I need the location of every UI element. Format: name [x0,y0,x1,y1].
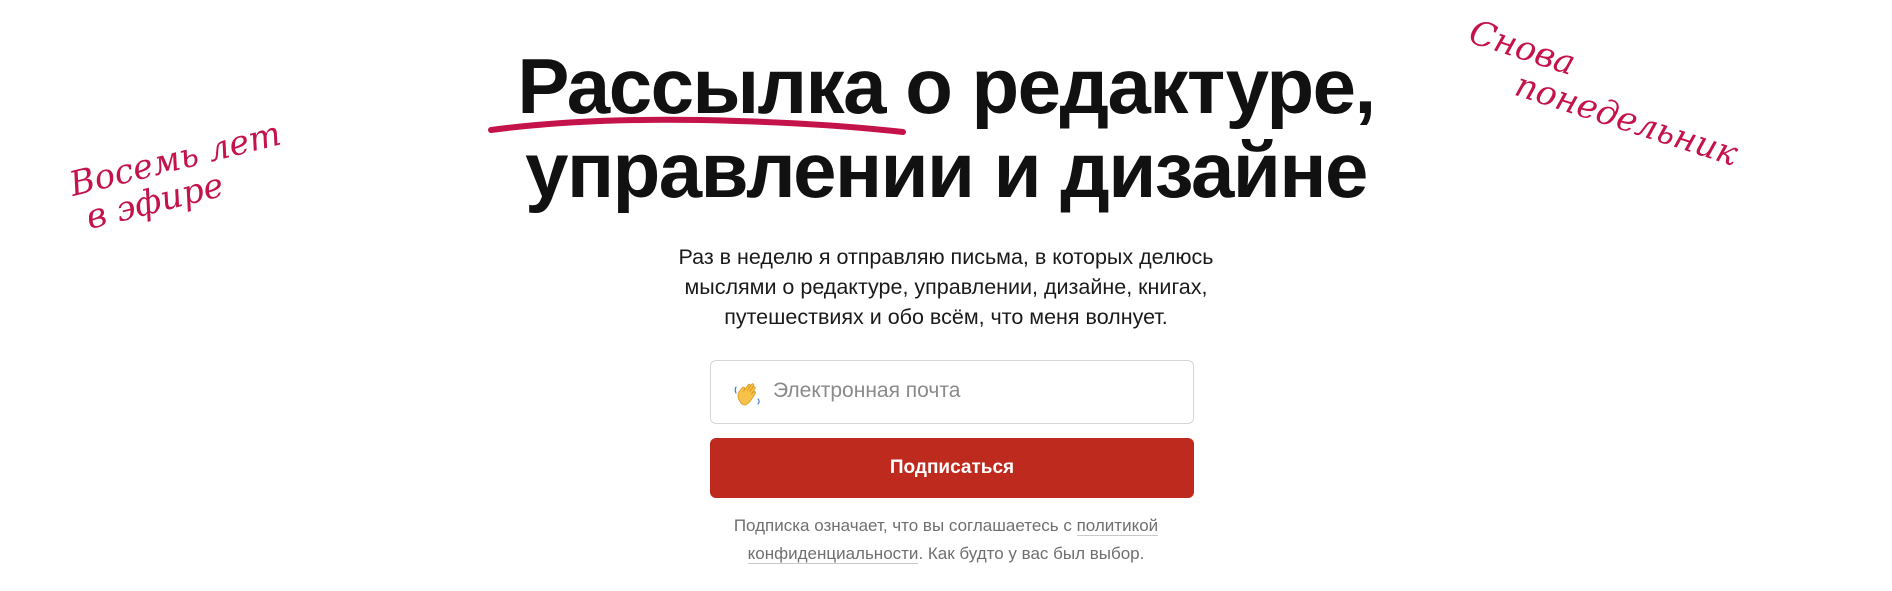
waving-hand-icon [734,383,760,406]
email-input[interactable] [773,361,1173,421]
privacy-note-row1: Подписка означает, что вы соглашаетесь с… [733,516,1159,536]
subscribe-button[interactable]: Подписаться [710,438,1194,498]
privacy-note: Подписка означает, что вы соглашаетесь с… [0,512,1892,568]
page-title: Рассылка о редактуре, управлении и дизай… [0,44,1892,212]
description-line3: путешествиях и обо всём, что меня волнуе… [724,305,1168,329]
page-title-line1-rest: о редактуре, [885,42,1376,130]
description-line2: мыслями о редактуре, управлении, дизайне… [684,275,1208,299]
page-title-line1: Рассылка о редактуре, [0,42,1892,135]
email-field[interactable] [710,360,1194,424]
page-title-line2: управлении и дизайне [525,126,1368,214]
description-line1: Раз в неделю я отправляю письма, в котор… [678,245,1214,269]
newsletter-description: Раз в неделю я отправляю письма, в котор… [0,242,1892,332]
title-highlight-word: Рассылка [488,44,907,135]
subscribe-form: Подписаться [710,360,1194,498]
privacy-note-row2: конфиденциальности. Как будто у вас был … [747,544,1145,564]
subscribe-hero: Восемь лет в эфире Снова понедельник Рас… [0,0,1892,591]
privacy-policy-link-part2[interactable]: конфиденциальности [747,544,919,564]
privacy-policy-link-part1[interactable]: политикой [1076,516,1159,536]
